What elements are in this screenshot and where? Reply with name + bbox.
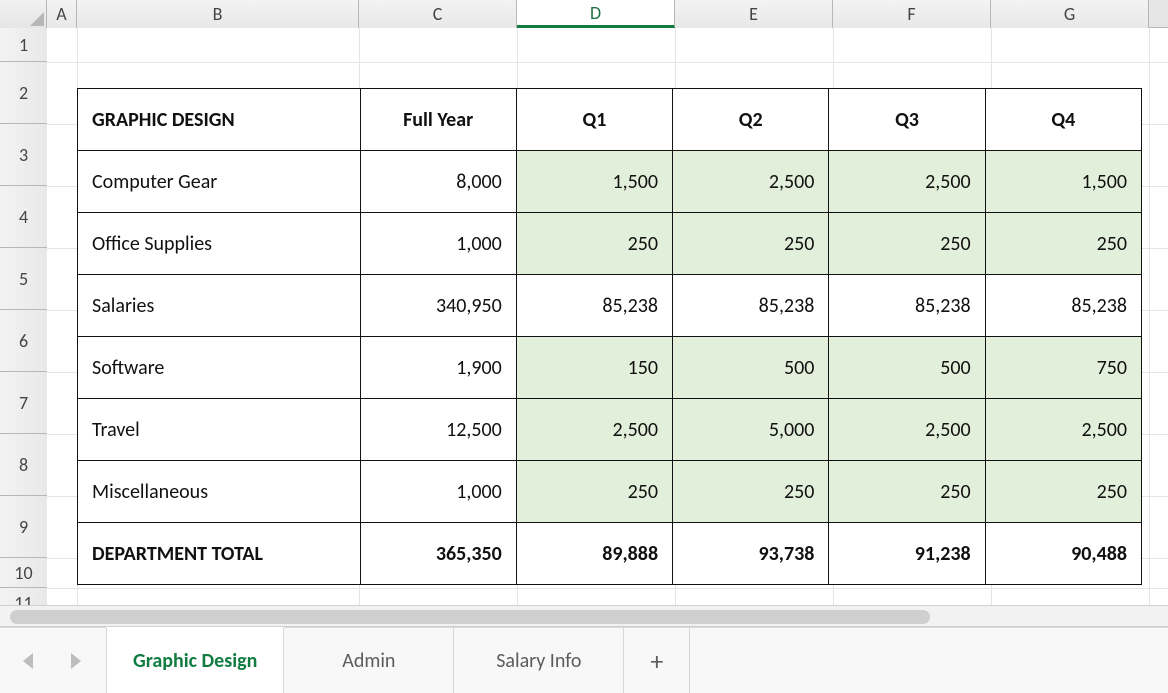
col-q1[interactable]: Q1 (516, 89, 672, 151)
table-row: Travel12,5002,5005,0002,5002,500 (78, 399, 1142, 461)
table-title[interactable]: GRAPHIC DESIGN (78, 89, 361, 151)
cell-q4[interactable]: 250 (985, 461, 1141, 523)
sheet-tabs: Graphic DesignAdminSalary Info+ (106, 628, 690, 693)
worksheet-area: ABCDEFG 1234567891011 GRAPHIC DESIGN Ful… (0, 0, 1168, 605)
tab-nav-next[interactable] (56, 641, 96, 681)
scrollbar-thumb[interactable] (10, 610, 930, 624)
cell-grid[interactable]: GRAPHIC DESIGN Full Year Q1 Q2 Q3 Q4 Com… (47, 28, 1168, 605)
cell-q1[interactable]: 1,500 (516, 151, 672, 213)
total-q4[interactable]: 90,488 (985, 523, 1141, 585)
budget-table: GRAPHIC DESIGN Full Year Q1 Q2 Q3 Q4 Com… (77, 88, 1142, 585)
cell-q4[interactable]: 750 (985, 337, 1141, 399)
row-header-10[interactable]: 10 (0, 558, 47, 588)
row-label[interactable]: Travel (78, 399, 361, 461)
row-label[interactable]: Office Supplies (78, 213, 361, 275)
cell-q2[interactable]: 250 (673, 461, 829, 523)
row-header-2[interactable]: 2 (0, 62, 47, 124)
cell-fullyear[interactable]: 340,950 (360, 275, 516, 337)
row-header-4[interactable]: 4 (0, 186, 47, 248)
total-fullyear[interactable]: 365,350 (360, 523, 516, 585)
row-header-1[interactable]: 1 (0, 28, 47, 62)
row-header-8[interactable]: 8 (0, 434, 47, 496)
row-header-5[interactable]: 5 (0, 248, 47, 310)
gridline-horizontal (47, 62, 1168, 63)
column-header-D[interactable]: D (517, 0, 675, 28)
cell-fullyear[interactable]: 1,900 (360, 337, 516, 399)
sheet-tab-bar: Graphic DesignAdminSalary Info+ (0, 627, 1168, 693)
row-headers: 1234567891011 (0, 28, 47, 605)
total-q1[interactable]: 89,888 (516, 523, 672, 585)
cell-q3[interactable]: 85,238 (829, 275, 985, 337)
cell-fullyear[interactable]: 1,000 (360, 461, 516, 523)
cell-q2[interactable]: 2,500 (673, 151, 829, 213)
cell-q3[interactable]: 500 (829, 337, 985, 399)
cell-q1[interactable]: 2,500 (516, 399, 672, 461)
total-label[interactable]: DEPARTMENT TOTAL (78, 523, 361, 585)
cell-q3[interactable]: 2,500 (829, 399, 985, 461)
cell-q1[interactable]: 85,238 (516, 275, 672, 337)
add-sheet-button[interactable]: + (624, 628, 690, 693)
cell-q4[interactable]: 2,500 (985, 399, 1141, 461)
cell-q3[interactable]: 250 (829, 461, 985, 523)
table-row: Computer Gear8,0001,5002,5002,5001,500 (78, 151, 1142, 213)
cell-q4[interactable]: 1,500 (985, 151, 1141, 213)
cell-fullyear[interactable]: 1,000 (360, 213, 516, 275)
sheet-tab-admin[interactable]: Admin (284, 628, 454, 693)
row-label[interactable]: Miscellaneous (78, 461, 361, 523)
column-header-B[interactable]: B (77, 0, 359, 28)
cell-q1[interactable]: 250 (516, 461, 672, 523)
cell-q2[interactable]: 500 (673, 337, 829, 399)
table-row: Salaries340,95085,23885,23885,23885,238 (78, 275, 1142, 337)
table-total-row: DEPARTMENT TOTAL365,35089,88893,73891,23… (78, 523, 1142, 585)
gridline-horizontal (47, 588, 1168, 589)
row-label[interactable]: Salaries (78, 275, 361, 337)
col-q2[interactable]: Q2 (673, 89, 829, 151)
sheet-tab-graphic-design[interactable]: Graphic Design (106, 628, 284, 693)
tab-nav-prev[interactable] (8, 641, 48, 681)
total-q3[interactable]: 91,238 (829, 523, 985, 585)
row-header-9[interactable]: 9 (0, 496, 47, 558)
cell-q4[interactable]: 250 (985, 213, 1141, 275)
table-row: Miscellaneous1,000250250250250 (78, 461, 1142, 523)
col-fullyear[interactable]: Full Year (360, 89, 516, 151)
cell-fullyear[interactable]: 8,000 (360, 151, 516, 213)
row-header-7[interactable]: 7 (0, 372, 47, 434)
row-header-6[interactable]: 6 (0, 310, 47, 372)
col-q3[interactable]: Q3 (829, 89, 985, 151)
cell-q2[interactable]: 85,238 (673, 275, 829, 337)
column-headers: ABCDEFG (0, 0, 1168, 28)
cell-q2[interactable]: 250 (673, 213, 829, 275)
row-header-3[interactable]: 3 (0, 124, 47, 186)
table-row: Office Supplies1,000250250250250 (78, 213, 1142, 275)
sheet-tab-salary-info[interactable]: Salary Info (454, 628, 624, 693)
column-header-C[interactable]: C (359, 0, 517, 28)
column-header-G[interactable]: G (991, 0, 1149, 28)
cell-q4[interactable]: 85,238 (985, 275, 1141, 337)
horizontal-scrollbar[interactable] (0, 605, 1168, 627)
cell-q3[interactable]: 2,500 (829, 151, 985, 213)
col-q4[interactable]: Q4 (985, 89, 1141, 151)
cell-q3[interactable]: 250 (829, 213, 985, 275)
select-all-corner[interactable] (0, 0, 47, 28)
row-label[interactable]: Software (78, 337, 361, 399)
cell-fullyear[interactable]: 12,500 (360, 399, 516, 461)
cell-q2[interactable]: 5,000 (673, 399, 829, 461)
table-row: Software1,900150500500750 (78, 337, 1142, 399)
row-label[interactable]: Computer Gear (78, 151, 361, 213)
gridline-vertical (1149, 28, 1150, 605)
column-header-F[interactable]: F (833, 0, 991, 28)
cell-q1[interactable]: 150 (516, 337, 672, 399)
column-header-A[interactable]: A (47, 0, 77, 28)
column-header-E[interactable]: E (675, 0, 833, 28)
total-q2[interactable]: 93,738 (673, 523, 829, 585)
cell-q1[interactable]: 250 (516, 213, 672, 275)
